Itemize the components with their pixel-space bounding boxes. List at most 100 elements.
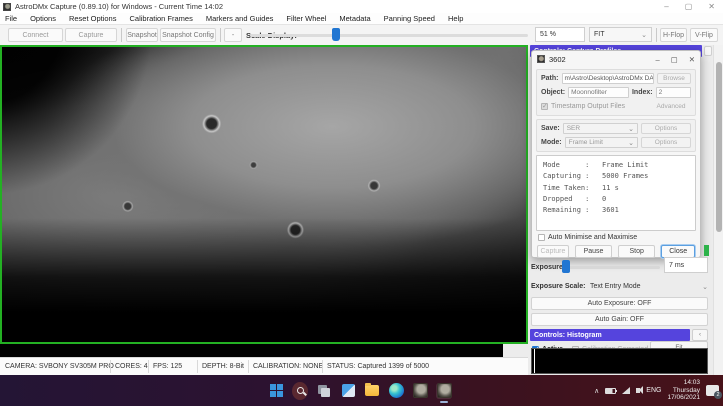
timestamp-label: Timestamp Output Files: [551, 103, 625, 110]
menu-reset-options[interactable]: Reset Options: [69, 14, 117, 23]
save-label: Save:: [541, 125, 560, 132]
path-input[interactable]: m\Astro\Desktop\AstroDMx DATA: [562, 73, 655, 84]
fit-combo[interactable]: FIT ⌄: [589, 27, 652, 42]
maximize-icon[interactable]: ▢: [685, 2, 693, 11]
status-separator: [197, 360, 198, 373]
auto-exposure-button[interactable]: Auto Exposure: OFF: [531, 297, 708, 310]
status-cores: CORES: 4: [115, 363, 148, 370]
search-button[interactable]: [292, 383, 308, 399]
histogram-collapse-button[interactable]: ‹: [692, 329, 708, 341]
task-view-button[interactable]: [316, 383, 332, 399]
tray-day: Thursday: [673, 387, 700, 394]
exposure-scale-combo[interactable]: Text Entry Mode ⌄: [590, 280, 708, 293]
snapshot-config-button[interactable]: Snapshot Config: [160, 28, 216, 42]
output-group: Path: m\Astro\Desktop\AstroDMx DATA Brow…: [536, 69, 696, 116]
moon-thumbnail-icon: [437, 383, 452, 398]
start-button[interactable]: [268, 383, 284, 399]
status-bar: CAMERA: SVBONY SV305M PRO CORES: 4 FPS: …: [0, 357, 528, 375]
save-options-button[interactable]: Options: [641, 123, 691, 134]
auto-gain-button[interactable]: Auto Gain: OFF: [531, 313, 708, 326]
save-format-combo[interactable]: SER ⌄: [563, 123, 638, 134]
scale-slider-handle[interactable]: [332, 28, 340, 41]
exposure-slider-track[interactable]: [564, 266, 660, 269]
status-depth: DEPTH: 8-Bit: [202, 363, 244, 370]
tray-date: 17/06/2021: [667, 394, 700, 401]
window-title: AstroDMx Capture (0.89.10) for Windows -…: [15, 2, 223, 11]
menu-filter-wheel[interactable]: Filter Wheel: [286, 14, 326, 23]
object-input[interactable]: Moonnofilter: [568, 87, 629, 98]
menu-panning-speed[interactable]: Panning Speed: [384, 14, 435, 23]
auto-minmax-label: Auto Minimise and Maximise: [548, 234, 637, 241]
minimize-icon[interactable]: –: [664, 2, 668, 11]
exposure-value-box[interactable]: 7 ms: [664, 257, 708, 273]
window-controls: – ▢ ✕: [664, 0, 721, 13]
menu-help[interactable]: Help: [448, 14, 463, 23]
capture-profiles-collapse-button[interactable]: [704, 46, 712, 56]
close-icon[interactable]: ✕: [708, 2, 715, 11]
menu-file[interactable]: File: [5, 14, 17, 23]
dialog-close-icon[interactable]: ✕: [689, 55, 695, 64]
edge-icon: [389, 383, 404, 398]
capture-button[interactable]: Capture: [65, 28, 117, 42]
dialog-minimize-icon[interactable]: –: [655, 55, 659, 64]
language-indicator[interactable]: ENG: [646, 387, 661, 394]
h-flop-button[interactable]: H-Flop: [660, 28, 687, 42]
right-panel: Controls: Capture Profiles 3602 – ▢ ✕ Pa…: [528, 45, 713, 375]
edge-button[interactable]: [388, 383, 404, 399]
menu-metadata[interactable]: Metadata: [339, 14, 370, 23]
tray-chevron-icon[interactable]: ∧: [594, 387, 599, 395]
index-input[interactable]: 2: [656, 87, 691, 98]
path-label: Path:: [541, 75, 559, 82]
widgets-button[interactable]: [340, 383, 356, 399]
network-icon[interactable]: [622, 387, 630, 394]
snapshot-button[interactable]: Snapshot: [126, 28, 158, 42]
menu-markers-guides[interactable]: Markers and Guides: [206, 14, 274, 23]
advanced-button[interactable]: Advanced: [651, 101, 691, 112]
camera-preview-frame: [0, 45, 528, 344]
exposure-scale-value: Text Entry Mode: [590, 283, 641, 290]
tray-time: 14:03: [684, 379, 700, 386]
status-calibration: CALIBRATION: NONE: [253, 363, 323, 370]
menu-options[interactable]: Options: [30, 14, 56, 23]
mode-value: Frame Limit: [569, 139, 603, 146]
histogram-controls-bar[interactable]: Controls: Histogram: [530, 329, 690, 341]
panel-scrollbar[interactable]: [713, 45, 723, 375]
scale-slider-track[interactable]: [250, 34, 528, 37]
exposure-slider-handle[interactable]: [562, 260, 570, 273]
auto-minmax-checkbox[interactable]: [538, 234, 545, 241]
mode-combo[interactable]: Frame Limit ⌄: [565, 137, 638, 148]
chevron-down-icon: ⌄: [702, 283, 708, 291]
dialog-stop-button[interactable]: Stop: [618, 245, 655, 258]
image-app-button[interactable]: [412, 383, 428, 399]
battery-icon[interactable]: [605, 388, 616, 394]
astrodmx-app-button[interactable]: [436, 383, 452, 399]
save-mode-group: Save: SER ⌄ Options Mode: Frame Limit ⌄: [536, 119, 696, 152]
toolbar: Connect Capture Snapshot Snapshot Config…: [0, 25, 723, 46]
capture-dialog: 3602 – ▢ ✕ Path: m\Astro\Desktop\AstroDM…: [531, 50, 701, 258]
menu-calibration-frames[interactable]: Calibration Frames: [129, 14, 192, 23]
dialog-title-bar[interactable]: 3602 – ▢ ✕: [532, 51, 700, 67]
mode-options-button[interactable]: Options: [641, 137, 691, 148]
taskbar-icons: [268, 375, 452, 406]
preview-black-strip: [0, 344, 503, 357]
notification-icon[interactable]: 2: [706, 385, 719, 396]
scrollbar-thumb[interactable]: [716, 62, 722, 232]
file-explorer-button[interactable]: [364, 383, 380, 399]
dialog-maximize-icon[interactable]: ▢: [671, 55, 678, 64]
v-flip-button[interactable]: V-Flip: [690, 28, 718, 42]
clock[interactable]: 14:03 Thursday 17/06/2021: [667, 379, 700, 402]
scale-value-box[interactable]: 51 %: [535, 27, 585, 42]
browse-button[interactable]: Browse: [657, 73, 691, 84]
dialog-capture-button[interactable]: Capture: [537, 245, 569, 258]
widgets-icon: [342, 384, 355, 397]
speaker-icon[interactable]: [636, 388, 640, 393]
dialog-pause-button[interactable]: Pause: [575, 245, 612, 258]
connect-button[interactable]: Connect: [8, 28, 63, 42]
save-format-value: SER: [567, 125, 580, 132]
status-separator: [248, 360, 249, 373]
timestamp-checkbox[interactable]: [541, 103, 548, 110]
toolbar-separator: [220, 28, 221, 42]
minus-button[interactable]: -: [224, 28, 242, 42]
info-dropped: Dropped : 0: [543, 194, 689, 205]
toolbar-separator: [656, 28, 657, 42]
